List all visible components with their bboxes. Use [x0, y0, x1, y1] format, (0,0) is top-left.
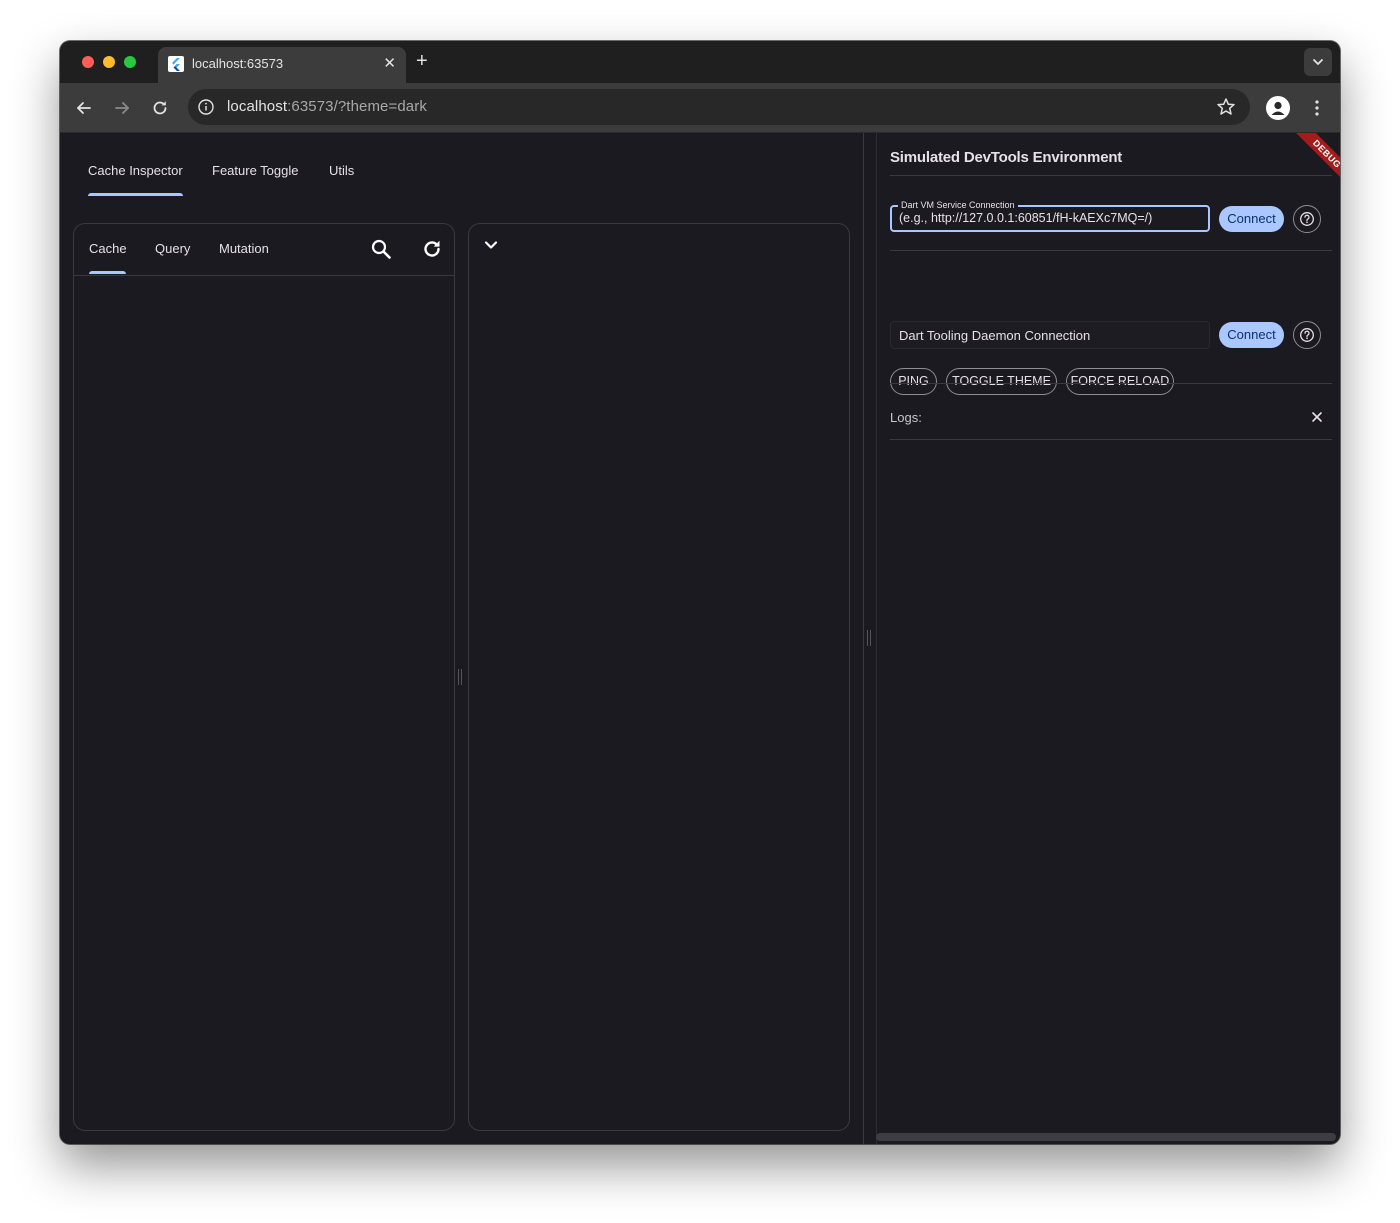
vm-service-label: Dart VM Service Connection: [898, 200, 1018, 210]
divider: [890, 439, 1332, 440]
browser-window: localhost:63573 ✕ + localhost:63573/?the…: [60, 41, 1340, 1144]
chevron-down-icon[interactable]: [479, 233, 503, 257]
ping-button[interactable]: PING: [890, 368, 937, 395]
maximize-window-button[interactable]: [124, 56, 136, 68]
tab-utils[interactable]: Utils: [329, 163, 354, 178]
help-icon: [1300, 328, 1314, 342]
browser-toolbar: localhost:63573/?theme=dark: [60, 83, 1340, 133]
vm-service-field[interactable]: Dart VM Service Connection (e.g., http:/…: [890, 200, 1210, 232]
help-icon: [1300, 212, 1314, 226]
url-path: :63573/?theme=dark: [287, 98, 427, 115]
tab-title: localhost:63573: [192, 56, 284, 71]
dtd-help-button[interactable]: [1293, 321, 1321, 349]
tab-feature-toggle[interactable]: Feature Toggle: [212, 163, 299, 178]
plus-icon[interactable]: +: [416, 50, 428, 72]
sub-tab-indicator: [89, 271, 126, 274]
minimize-window-button[interactable]: [103, 56, 115, 68]
tab-query[interactable]: Query: [155, 241, 190, 256]
divider: [890, 383, 1332, 384]
tab-cache-inspector[interactable]: Cache Inspector: [88, 163, 183, 178]
forward-arrow-icon[interactable]: [110, 96, 134, 120]
toggle-theme-button[interactable]: TOGGLE THEME: [946, 368, 1057, 395]
devtools-split-handle[interactable]: [866, 630, 872, 646]
tab-strip: localhost:63573 ✕ +: [60, 41, 1340, 83]
close-window-button[interactable]: [82, 56, 94, 68]
tab-search-button[interactable]: [1304, 48, 1332, 76]
info-icon[interactable]: [197, 98, 215, 116]
tab-mutation[interactable]: Mutation: [219, 241, 269, 256]
divider: [890, 175, 1332, 176]
tab-indicator: [88, 193, 183, 196]
chevron-down-icon: [1313, 59, 1323, 65]
force-reload-button[interactable]: FORCE RELOAD: [1066, 368, 1174, 395]
close-icon[interactable]: ✕: [383, 55, 396, 73]
divider: [74, 275, 454, 276]
reload-icon[interactable]: [148, 96, 172, 120]
horizontal-scrollbar[interactable]: [876, 1133, 1336, 1141]
star-icon[interactable]: [1216, 97, 1236, 117]
pane-divider: [876, 133, 877, 1144]
url-host: localhost: [227, 98, 288, 115]
address-bar[interactable]: localhost:63573/?theme=dark: [188, 89, 1250, 125]
dtd-field[interactable]: Dart Tooling Daemon Connection: [890, 321, 1210, 349]
kebab-menu-icon[interactable]: [1305, 96, 1329, 120]
search-icon[interactable]: [369, 237, 393, 261]
pane-divider: [863, 133, 864, 1144]
vm-help-button[interactable]: [1293, 205, 1321, 233]
devtools-title: Simulated DevTools Environment: [890, 149, 1123, 166]
vm-connect-button[interactable]: Connect: [1219, 206, 1284, 232]
app-page: Cache Inspector Feature Toggle Utils Cac…: [60, 133, 1340, 1144]
browser-tab[interactable]: localhost:63573 ✕: [158, 47, 406, 83]
debug-banner: DEBUG: [1280, 133, 1340, 193]
divider: [890, 250, 1332, 251]
cache-detail-panel: [468, 223, 850, 1131]
logs-label: Logs:: [890, 410, 922, 425]
split-drag-handle[interactable]: [457, 669, 463, 685]
dtd-input[interactable]: Dart Tooling Daemon Connection: [899, 328, 1090, 343]
vm-service-input[interactable]: (e.g., http://127.0.0.1:60851/fH-kAEXc7M…: [899, 211, 1152, 225]
tab-cache[interactable]: Cache: [89, 241, 127, 256]
debug-ribbon: DEBUG: [1290, 133, 1340, 191]
back-arrow-icon[interactable]: [72, 96, 96, 120]
cache-list-panel: Cache Query Mutation: [73, 223, 455, 1131]
profile-icon[interactable]: [1266, 96, 1290, 120]
url-text: localhost:63573/?theme=dark: [227, 98, 427, 115]
dtd-connect-button[interactable]: Connect: [1219, 322, 1284, 348]
close-icon[interactable]: [1309, 409, 1325, 425]
refresh-icon[interactable]: [420, 237, 444, 261]
flutter-favicon-icon: [168, 56, 184, 72]
